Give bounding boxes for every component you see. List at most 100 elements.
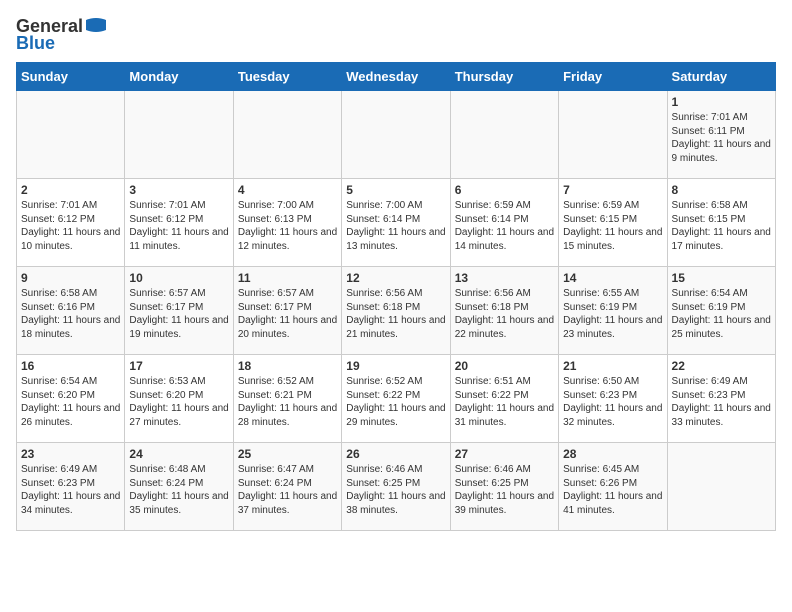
calendar-cell: 18 Sunrise: 6:52 AM Sunset: 6:21 PM Dayli… (233, 355, 341, 443)
cell-info: Sunrise: 7:00 AM Sunset: 6:13 PM Dayligh… (238, 199, 337, 253)
cell-info: Sunrise: 6:54 AM Sunset: 6:19 PM Dayligh… (672, 287, 771, 341)
calendar-cell: 11 Sunrise: 6:57 AM Sunset: 6:17 PM Dayli… (233, 267, 341, 355)
calendar-cell: 9 Sunrise: 6:58 AM Sunset: 6:16 PM Daylig… (17, 267, 125, 355)
calendar-cell: 23Sunrise: 6:49 AM Sunset: 6:23 PM Dayli… (17, 443, 125, 531)
cell-info: Sunrise: 6:58 AM Sunset: 6:16 PM Dayligh… (21, 287, 120, 341)
logo: General Blue (16, 16, 106, 54)
calendar-cell: 4 Sunrise: 7:00 AM Sunset: 6:13 PM Daylig… (233, 179, 341, 267)
calendar-cell: 13 Sunrise: 6:56 AM Sunset: 6:18 PM Dayli… (450, 267, 558, 355)
day-number: 20 (455, 359, 554, 373)
week-row-3: 16Sunrise: 6:54 AM Sunset: 6:20 PM Dayli… (17, 355, 776, 443)
logo-blue: Blue (16, 33, 55, 54)
page-header: General Blue (16, 16, 776, 54)
day-number: 12 (346, 271, 445, 285)
day-number: 11 (238, 271, 337, 285)
calendar-cell: 22 Sunrise: 6:49 AM Sunset: 6:23 PM Dayli… (667, 355, 775, 443)
day-number: 6 (455, 183, 554, 197)
calendar-cell: 24Sunrise: 6:48 AM Sunset: 6:24 PM Dayli… (125, 443, 233, 531)
cell-info: Sunrise: 6:56 AM Sunset: 6:18 PM Dayligh… (455, 287, 554, 341)
calendar-header: SundayMondayTuesdayWednesdayThursdayFrid… (17, 63, 776, 91)
day-number: 2 (21, 183, 120, 197)
day-number: 1 (672, 95, 771, 109)
cell-info: Sunrise: 6:50 AM Sunset: 6:23 PM Dayligh… (563, 375, 662, 429)
cell-info: Sunrise: 6:58 AM Sunset: 6:15 PM Dayligh… (672, 199, 771, 253)
week-row-1: 2 Sunrise: 7:01 AM Sunset: 6:12 PM Daylig… (17, 179, 776, 267)
cell-info: Sunrise: 7:01 AM Sunset: 6:11 PM Dayligh… (672, 111, 771, 165)
dow-header-tuesday: Tuesday (233, 63, 341, 91)
calendar-cell: 15 Sunrise: 6:54 AM Sunset: 6:19 PM Dayli… (667, 267, 775, 355)
cell-info: Sunrise: 6:45 AM Sunset: 6:26 PM Dayligh… (563, 463, 662, 517)
cell-info: Sunrise: 6:49 AM Sunset: 6:23 PM Dayligh… (21, 463, 120, 517)
week-row-2: 9 Sunrise: 6:58 AM Sunset: 6:16 PM Daylig… (17, 267, 776, 355)
calendar-table: SundayMondayTuesdayWednesdayThursdayFrid… (16, 62, 776, 531)
calendar-cell: 21 Sunrise: 6:50 AM Sunset: 6:23 PM Dayli… (559, 355, 667, 443)
calendar-cell: 7 Sunrise: 6:59 AM Sunset: 6:15 PM Daylig… (559, 179, 667, 267)
cell-info: Sunrise: 6:57 AM Sunset: 6:17 PM Dayligh… (238, 287, 337, 341)
day-number: 19 (346, 359, 445, 373)
calendar-cell: 1 Sunrise: 7:01 AM Sunset: 6:11 PM Daylig… (667, 91, 775, 179)
cell-info: Sunrise: 6:46 AM Sunset: 6:25 PM Dayligh… (455, 463, 554, 517)
calendar-cell: 25 Sunrise: 6:47 AM Sunset: 6:24 PM Dayli… (233, 443, 341, 531)
calendar-cell: 27 Sunrise: 6:46 AM Sunset: 6:25 PM Dayli… (450, 443, 558, 531)
day-number: 4 (238, 183, 337, 197)
day-number: 22 (672, 359, 771, 373)
dow-header-friday: Friday (559, 63, 667, 91)
dow-header-wednesday: Wednesday (342, 63, 450, 91)
cell-info: Sunrise: 7:01 AM Sunset: 6:12 PM Dayligh… (129, 199, 228, 253)
cell-info: Sunrise: 6:51 AM Sunset: 6:22 PM Dayligh… (455, 375, 554, 429)
day-number: 10 (129, 271, 228, 285)
calendar-body: 1 Sunrise: 7:01 AM Sunset: 6:11 PM Daylig… (17, 91, 776, 531)
cell-info: Sunrise: 6:52 AM Sunset: 6:21 PM Dayligh… (238, 375, 337, 429)
day-number: 16 (21, 359, 120, 373)
day-number: 27 (455, 447, 554, 461)
day-number: 26 (346, 447, 445, 461)
week-row-4: 23Sunrise: 6:49 AM Sunset: 6:23 PM Dayli… (17, 443, 776, 531)
calendar-cell (667, 443, 775, 531)
day-number: 15 (672, 271, 771, 285)
dow-header-monday: Monday (125, 63, 233, 91)
cell-info: Sunrise: 6:53 AM Sunset: 6:20 PM Dayligh… (129, 375, 228, 429)
calendar-cell: 17Sunrise: 6:53 AM Sunset: 6:20 PM Dayli… (125, 355, 233, 443)
calendar-cell: 2 Sunrise: 7:01 AM Sunset: 6:12 PM Daylig… (17, 179, 125, 267)
logo-icon (86, 17, 106, 37)
day-number: 8 (672, 183, 771, 197)
dow-header-thursday: Thursday (450, 63, 558, 91)
calendar-cell: 12 Sunrise: 6:56 AM Sunset: 6:18 PM Dayli… (342, 267, 450, 355)
calendar-cell (233, 91, 341, 179)
day-number: 5 (346, 183, 445, 197)
cell-info: Sunrise: 6:52 AM Sunset: 6:22 PM Dayligh… (346, 375, 445, 429)
calendar-cell (450, 91, 558, 179)
day-number: 14 (563, 271, 662, 285)
calendar-cell: 6Sunrise: 6:59 AM Sunset: 6:14 PM Daylig… (450, 179, 558, 267)
day-number: 18 (238, 359, 337, 373)
cell-info: Sunrise: 6:57 AM Sunset: 6:17 PM Dayligh… (129, 287, 228, 341)
day-number: 25 (238, 447, 337, 461)
cell-info: Sunrise: 6:47 AM Sunset: 6:24 PM Dayligh… (238, 463, 337, 517)
calendar-cell: 14 Sunrise: 6:55 AM Sunset: 6:19 PM Dayli… (559, 267, 667, 355)
cell-info: Sunrise: 6:55 AM Sunset: 6:19 PM Dayligh… (563, 287, 662, 341)
calendar-cell (342, 91, 450, 179)
week-row-0: 1 Sunrise: 7:01 AM Sunset: 6:11 PM Daylig… (17, 91, 776, 179)
day-number: 9 (21, 271, 120, 285)
calendar-cell: 10 Sunrise: 6:57 AM Sunset: 6:17 PM Dayli… (125, 267, 233, 355)
cell-info: Sunrise: 6:56 AM Sunset: 6:18 PM Dayligh… (346, 287, 445, 341)
day-number: 28 (563, 447, 662, 461)
day-number: 24 (129, 447, 228, 461)
day-number: 7 (563, 183, 662, 197)
cell-info: Sunrise: 6:59 AM Sunset: 6:15 PM Dayligh… (563, 199, 662, 253)
calendar-cell: 19 Sunrise: 6:52 AM Sunset: 6:22 PM Dayli… (342, 355, 450, 443)
day-number: 13 (455, 271, 554, 285)
cell-info: Sunrise: 6:49 AM Sunset: 6:23 PM Dayligh… (672, 375, 771, 429)
day-number: 21 (563, 359, 662, 373)
calendar-cell: 28 Sunrise: 6:45 AM Sunset: 6:26 PM Dayli… (559, 443, 667, 531)
cell-info: Sunrise: 7:01 AM Sunset: 6:12 PM Dayligh… (21, 199, 120, 253)
cell-info: Sunrise: 6:46 AM Sunset: 6:25 PM Dayligh… (346, 463, 445, 517)
calendar-cell: 26 Sunrise: 6:46 AM Sunset: 6:25 PM Dayli… (342, 443, 450, 531)
calendar-cell: 5 Sunrise: 7:00 AM Sunset: 6:14 PM Daylig… (342, 179, 450, 267)
calendar-cell: 8 Sunrise: 6:58 AM Sunset: 6:15 PM Daylig… (667, 179, 775, 267)
calendar-cell: 3 Sunrise: 7:01 AM Sunset: 6:12 PM Daylig… (125, 179, 233, 267)
calendar-cell (559, 91, 667, 179)
cell-info: Sunrise: 7:00 AM Sunset: 6:14 PM Dayligh… (346, 199, 445, 253)
dow-header-sunday: Sunday (17, 63, 125, 91)
day-number: 3 (129, 183, 228, 197)
